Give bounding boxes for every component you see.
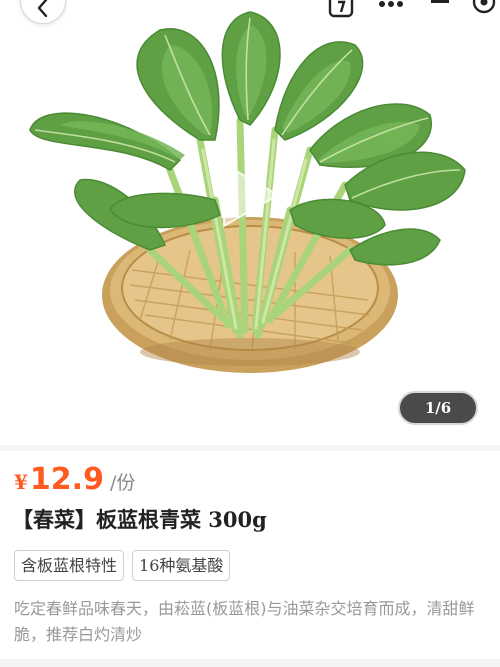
price-currency: ¥: [14, 470, 28, 494]
product-tag: 含板蓝根特性: [14, 550, 125, 581]
product-tags: 含板蓝根特性 16种氨基酸: [14, 550, 231, 581]
top-action-icons: [310, 0, 500, 18]
section-divider: [0, 445, 500, 451]
product-image-gallery[interactable]: 1/6: [0, 0, 500, 445]
share-icon[interactable]: [328, 0, 356, 18]
price-row: ¥ 12.9 /份: [14, 462, 135, 502]
more-dots-icon[interactable]: [378, 0, 404, 10]
image-pager: 1/6: [398, 391, 478, 425]
play-icon[interactable]: [220, 160, 282, 230]
price-unit: /份: [109, 472, 136, 494]
menu-icon[interactable]: [428, 0, 452, 10]
chevron-left-icon: [37, 0, 48, 17]
target-icon[interactable]: [470, 0, 498, 18]
bottom-divider: [0, 659, 500, 667]
product-tag: 16种氨基酸: [132, 550, 231, 581]
product-detail-page: 1/6 ¥ 12.9 /份 【春菜】板蓝根青菜 300g 含板蓝根特性 16种氨…: [0, 0, 500, 667]
product-description: 吃定春鲜品味春天，由菘蓝(板蓝根)与油菜杂交培育而成，清甜鲜脆，推荐白灼清炒: [14, 599, 475, 644]
product-title: 【春菜】板蓝根青菜 300g: [12, 507, 267, 532]
price-value: 12.9: [29, 462, 104, 497]
